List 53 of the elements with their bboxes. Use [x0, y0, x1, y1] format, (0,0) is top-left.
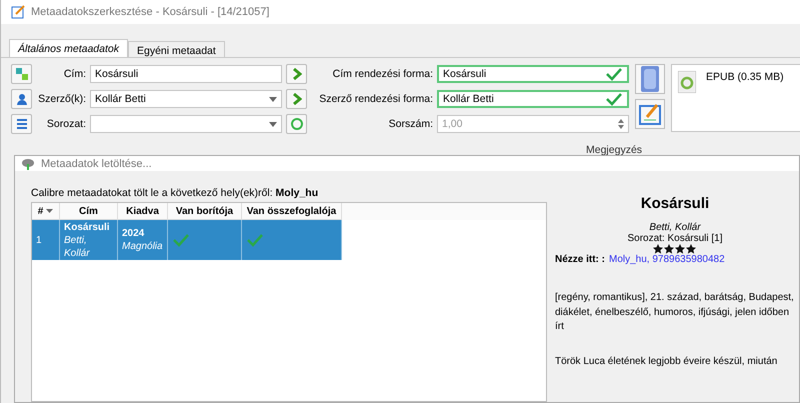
window-title: Metaadatokszerkesztése - Kosársuli - [14/21057]	[31, 6, 270, 18]
cover-button[interactable]	[635, 64, 665, 94]
edit-icon	[11, 5, 25, 19]
source-label: Nézze itt: :	[555, 254, 605, 265]
tab[interactable]: Egyéni metaadat	[128, 41, 225, 57]
field-label: Cím rendezési forma:	[332, 68, 433, 80]
comments-label: Megjegyzés	[586, 144, 642, 156]
swap-icon	[16, 68, 28, 80]
field-label: Cím:	[62, 68, 86, 80]
source-text: Calibre metaadatokat tölt le a következő hely(ek)ről: Moly_hu	[31, 187, 320, 199]
table-cell: Magnólia	[122, 240, 163, 253]
dropdown-caret-icon[interactable]	[269, 96, 277, 102]
source-link[interactable]: Moly_hu, 9789635980482	[609, 254, 725, 265]
epub-file-icon	[678, 71, 696, 93]
table-cell: Kosársuli	[64, 220, 110, 234]
tab[interactable]: Általános metaadatok	[9, 39, 128, 57]
field-label: Sorozat:	[46, 118, 86, 130]
table-cell: 2024	[122, 227, 144, 240]
table-cell-text: Betti, Kollár	[64, 234, 91, 260]
chevron-right-icon	[292, 68, 302, 80]
ring-icon	[290, 118, 302, 130]
title-field[interactable]: Kosársuli	[90, 65, 282, 83]
title-sort-field[interactable]: Kosársuli	[437, 65, 629, 83]
person-button[interactable]	[11, 89, 32, 109]
book-series: Sorozat: Kosársuli [1]	[627, 233, 723, 244]
check-icon	[605, 92, 623, 106]
table-cell: 1	[36, 234, 42, 246]
summary-text: Török Luca életének legjobb éveire készül, miután	[555, 354, 778, 368]
result-row[interactable]: 1 Kosársuli Betti, Kollár 2024 Magnólia	[32, 220, 342, 260]
field-label: Sorszám:	[388, 118, 433, 130]
field-label: Szerző(k):	[37, 93, 86, 105]
arrow-button[interactable]	[286, 64, 307, 84]
authors-field[interactable]: Kollár Betti	[90, 90, 282, 108]
check-icon	[605, 67, 623, 81]
book-title: Kosársuli	[640, 195, 710, 212]
field-label: Szerző rendezési forma:	[318, 93, 433, 105]
edit-button[interactable]	[635, 99, 665, 129]
series-field[interactable]	[90, 115, 282, 133]
chevron-right-icon	[292, 93, 302, 105]
tags-text: [regény, romantikus], 21. század, barátság, Budapest, diákélet, énelbeszélő, humoros, ifjúsági, jelen időben írt	[555, 291, 795, 334]
dropdown-caret-icon[interactable]	[269, 122, 277, 126]
dialog-title: Metaadatok letöltése...	[41, 158, 152, 170]
arrow-button[interactable]	[286, 89, 307, 109]
book-author: Betti, Kollár	[649, 222, 701, 233]
recycle-button[interactable]	[286, 114, 307, 134]
list-icon	[16, 118, 28, 130]
spin-arrows-icon[interactable]	[618, 118, 624, 130]
list-button[interactable]	[11, 114, 32, 134]
cloud-icon	[21, 158, 35, 170]
person-icon	[16, 93, 28, 105]
sort-caret-icon	[46, 209, 54, 213]
swap-button[interactable]	[11, 64, 32, 84]
author-sort-field[interactable]: Kollár Betti	[437, 90, 629, 108]
